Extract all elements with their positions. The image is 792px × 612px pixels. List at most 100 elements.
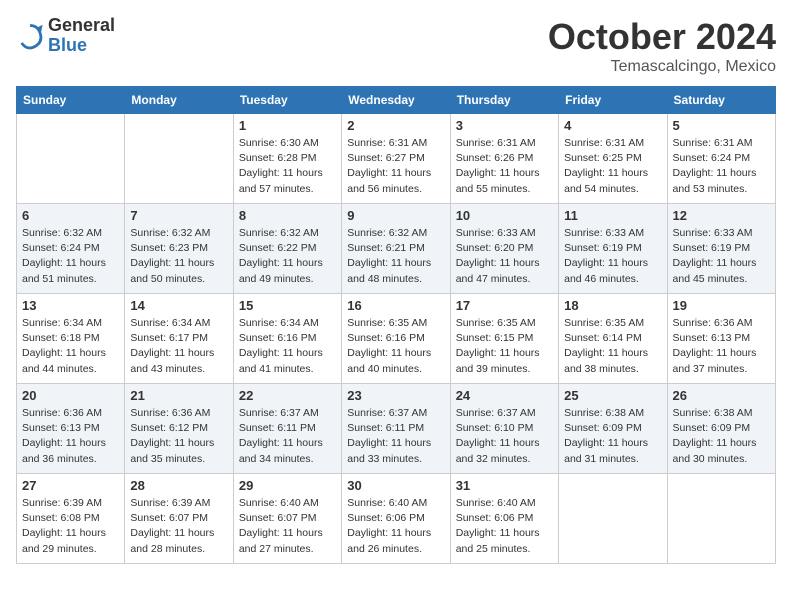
calendar-body: 1 Sunrise: 6:30 AMSunset: 6:28 PMDaylight… (17, 114, 776, 564)
calendar-cell: 14 Sunrise: 6:34 AMSunset: 6:17 PMDayligh… (125, 294, 233, 384)
calendar-cell: 21 Sunrise: 6:36 AMSunset: 6:12 PMDayligh… (125, 384, 233, 474)
logo-icon (16, 22, 44, 50)
calendar-cell: 24Sunrise: 6:37 AMSunset: 6:10 PMDayligh… (450, 384, 558, 474)
week-row-1: 1 Sunrise: 6:30 AMSunset: 6:28 PMDaylight… (17, 114, 776, 204)
day-number: 12 (673, 208, 770, 223)
day-header-tuesday: Tuesday (233, 87, 341, 114)
logo: General Blue (16, 16, 115, 56)
title-area: October 2024 Temascalcingo, Mexico (548, 16, 776, 76)
day-number: 9 (347, 208, 444, 223)
cell-info: Sunrise: 6:37 AMSunset: 6:11 PMDaylight:… (239, 406, 336, 467)
cell-info: Sunrise: 6:34 AMSunset: 6:18 PMDaylight:… (22, 316, 119, 377)
cell-info: Sunrise: 6:34 AMSunset: 6:17 PMDaylight:… (130, 316, 227, 377)
week-row-3: 13 Sunrise: 6:34 AMSunset: 6:18 PMDayligh… (17, 294, 776, 384)
cell-info: Sunrise: 6:31 AMSunset: 6:27 PMDaylight:… (347, 136, 444, 197)
day-header-friday: Friday (559, 87, 667, 114)
cell-info: Sunrise: 6:33 AMSunset: 6:19 PMDaylight:… (673, 226, 770, 287)
day-number: 15 (239, 298, 336, 313)
cell-info: Sunrise: 6:40 AMSunset: 6:06 PMDaylight:… (456, 496, 553, 557)
cell-info: Sunrise: 6:38 AMSunset: 6:09 PMDaylight:… (564, 406, 661, 467)
cell-info: Sunrise: 6:35 AMSunset: 6:15 PMDaylight:… (456, 316, 553, 377)
day-header-monday: Monday (125, 87, 233, 114)
calendar-cell: 26Sunrise: 6:38 AMSunset: 6:09 PMDayligh… (667, 384, 775, 474)
day-number: 19 (673, 298, 770, 313)
calendar-cell: 3 Sunrise: 6:31 AMSunset: 6:26 PMDaylight… (450, 114, 558, 204)
cell-info: Sunrise: 6:34 AMSunset: 6:16 PMDaylight:… (239, 316, 336, 377)
cell-info: Sunrise: 6:31 AMSunset: 6:26 PMDaylight:… (456, 136, 553, 197)
header-row: SundayMondayTuesdayWednesdayThursdayFrid… (17, 87, 776, 114)
day-number: 7 (130, 208, 227, 223)
calendar-cell: 13 Sunrise: 6:34 AMSunset: 6:18 PMDayligh… (17, 294, 125, 384)
day-number: 28 (130, 478, 227, 493)
day-number: 18 (564, 298, 661, 313)
logo-text: General Blue (48, 16, 115, 56)
day-number: 27 (22, 478, 119, 493)
day-number: 20 (22, 388, 119, 403)
day-number: 10 (456, 208, 553, 223)
cell-info: Sunrise: 6:35 AMSunset: 6:14 PMDaylight:… (564, 316, 661, 377)
calendar-cell: 15 Sunrise: 6:34 AMSunset: 6:16 PMDayligh… (233, 294, 341, 384)
day-header-saturday: Saturday (667, 87, 775, 114)
cell-info: Sunrise: 6:31 AMSunset: 6:24 PMDaylight:… (673, 136, 770, 197)
day-number: 11 (564, 208, 661, 223)
cell-info: Sunrise: 6:36 AMSunset: 6:12 PMDaylight:… (130, 406, 227, 467)
week-row-5: 27 Sunrise: 6:39 AMSunset: 6:08 PMDayligh… (17, 474, 776, 564)
calendar-cell: 6 Sunrise: 6:32 AMSunset: 6:24 PMDaylight… (17, 204, 125, 294)
calendar-cell (559, 474, 667, 564)
day-number: 5 (673, 118, 770, 133)
day-number: 22 (239, 388, 336, 403)
day-number: 21 (130, 388, 227, 403)
cell-info: Sunrise: 6:37 AMSunset: 6:11 PMDaylight:… (347, 406, 444, 467)
calendar-cell (667, 474, 775, 564)
cell-info: Sunrise: 6:36 AMSunset: 6:13 PMDaylight:… (22, 406, 119, 467)
cell-info: Sunrise: 6:33 AMSunset: 6:20 PMDaylight:… (456, 226, 553, 287)
calendar-cell: 30 Sunrise: 6:40 AMSunset: 6:06 PMDayligh… (342, 474, 450, 564)
calendar-cell: 5 Sunrise: 6:31 AMSunset: 6:24 PMDaylight… (667, 114, 775, 204)
cell-info: Sunrise: 6:31 AMSunset: 6:25 PMDaylight:… (564, 136, 661, 197)
calendar-cell: 4 Sunrise: 6:31 AMSunset: 6:25 PMDaylight… (559, 114, 667, 204)
location-subtitle: Temascalcingo, Mexico (548, 58, 776, 76)
calendar-cell: 31Sunrise: 6:40 AMSunset: 6:06 PMDayligh… (450, 474, 558, 564)
calendar-cell: 27 Sunrise: 6:39 AMSunset: 6:08 PMDayligh… (17, 474, 125, 564)
calendar-cell: 12 Sunrise: 6:33 AMSunset: 6:19 PMDayligh… (667, 204, 775, 294)
cell-info: Sunrise: 6:35 AMSunset: 6:16 PMDaylight:… (347, 316, 444, 377)
week-row-2: 6 Sunrise: 6:32 AMSunset: 6:24 PMDaylight… (17, 204, 776, 294)
cell-info: Sunrise: 6:39 AMSunset: 6:08 PMDaylight:… (22, 496, 119, 557)
day-number: 25 (564, 388, 661, 403)
calendar-cell: 8Sunrise: 6:32 AMSunset: 6:22 PMDaylight… (233, 204, 341, 294)
cell-info: Sunrise: 6:32 AMSunset: 6:21 PMDaylight:… (347, 226, 444, 287)
day-number: 4 (564, 118, 661, 133)
day-number: 1 (239, 118, 336, 133)
day-number: 6 (22, 208, 119, 223)
calendar-cell: 7 Sunrise: 6:32 AMSunset: 6:23 PMDaylight… (125, 204, 233, 294)
day-number: 3 (456, 118, 553, 133)
calendar-cell: 18 Sunrise: 6:35 AMSunset: 6:14 PMDayligh… (559, 294, 667, 384)
cell-info: Sunrise: 6:36 AMSunset: 6:13 PMDaylight:… (673, 316, 770, 377)
calendar-cell: 10 Sunrise: 6:33 AMSunset: 6:20 PMDayligh… (450, 204, 558, 294)
day-number: 13 (22, 298, 119, 313)
calendar-cell: 29Sunrise: 6:40 AMSunset: 6:07 PMDayligh… (233, 474, 341, 564)
day-number: 30 (347, 478, 444, 493)
calendar-cell (125, 114, 233, 204)
calendar-cell: 28 Sunrise: 6:39 AMSunset: 6:07 PMDayligh… (125, 474, 233, 564)
day-header-thursday: Thursday (450, 87, 558, 114)
day-header-wednesday: Wednesday (342, 87, 450, 114)
day-number: 24 (456, 388, 553, 403)
calendar-cell: 16 Sunrise: 6:35 AMSunset: 6:16 PMDayligh… (342, 294, 450, 384)
calendar-cell: 23 Sunrise: 6:37 AMSunset: 6:11 PMDayligh… (342, 384, 450, 474)
month-title: October 2024 (548, 16, 776, 58)
calendar-cell: 17Sunrise: 6:35 AMSunset: 6:15 PMDayligh… (450, 294, 558, 384)
calendar-cell: 22 Sunrise: 6:37 AMSunset: 6:11 PMDayligh… (233, 384, 341, 474)
cell-info: Sunrise: 6:32 AMSunset: 6:24 PMDaylight:… (22, 226, 119, 287)
cell-info: Sunrise: 6:32 AMSunset: 6:23 PMDaylight:… (130, 226, 227, 287)
cell-info: Sunrise: 6:30 AMSunset: 6:28 PMDaylight:… (239, 136, 336, 197)
day-number: 14 (130, 298, 227, 313)
day-number: 16 (347, 298, 444, 313)
cell-info: Sunrise: 6:33 AMSunset: 6:19 PMDaylight:… (564, 226, 661, 287)
cell-info: Sunrise: 6:39 AMSunset: 6:07 PMDaylight:… (130, 496, 227, 557)
calendar-cell: 2 Sunrise: 6:31 AMSunset: 6:27 PMDaylight… (342, 114, 450, 204)
cell-info: Sunrise: 6:40 AMSunset: 6:06 PMDaylight:… (347, 496, 444, 557)
day-number: 2 (347, 118, 444, 133)
day-number: 26 (673, 388, 770, 403)
day-number: 23 (347, 388, 444, 403)
